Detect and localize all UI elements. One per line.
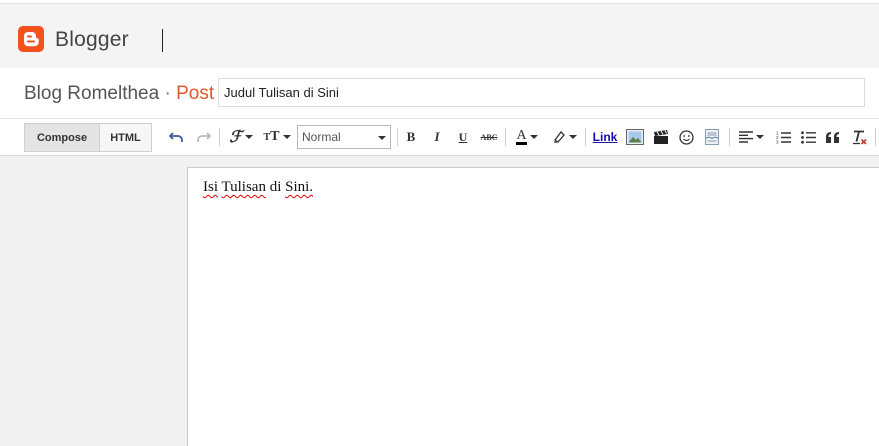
font-family-icon: ℱ [229,129,242,146]
toolbar-separator [875,128,876,146]
toolbar-separator [219,128,220,146]
text-color-icon: A [516,128,527,145]
app-header: Blogger [0,4,879,68]
numbered-list-icon: 123 [776,131,791,145]
insert-emoji-button[interactable] [676,126,696,148]
jump-break-icon [705,129,719,145]
chevron-down-icon [378,136,386,140]
header-divider [162,29,163,52]
emoji-icon [678,129,694,145]
editor-toolbar: Compose HTML ℱ TT Normal B I U ABC A Lin… [0,118,879,156]
highlight-color-button[interactable] [549,126,579,148]
font-size-icon: TT [263,129,280,144]
quote-button[interactable] [823,126,843,148]
insert-jump-break-button[interactable] [702,126,722,148]
bullet-list-icon [800,130,816,144]
insert-image-button[interactable] [624,126,646,148]
font-size-button[interactable]: TT [261,126,293,148]
link-label: Link [592,130,618,144]
body-word: Sini. [285,179,314,195]
post-title-row: Blog Romelthea · Post [0,68,879,118]
toolbar-separator [585,128,586,146]
redo-icon [197,132,211,142]
undo-icon [169,132,183,142]
quote-icon [826,131,839,143]
blogger-logo-icon[interactable] [18,26,44,52]
bullet-list-button[interactable] [798,126,818,148]
redo-button[interactable] [193,126,213,148]
italic-button[interactable]: I [428,126,446,148]
format-value: Normal [302,130,341,144]
strikethrough-button[interactable]: ABC [479,126,499,148]
breadcrumb-separator: · [164,83,171,104]
body-word: Tulisan [221,179,266,195]
compose-mode-button[interactable]: Compose [24,123,100,152]
highlight-icon [553,131,565,143]
text-color-button[interactable]: A [511,126,543,148]
blog-breadcrumb: Blog Romelthea · Post [24,83,214,105]
font-family-button[interactable]: ℱ [225,126,257,148]
clear-formatting-button[interactable] [849,126,869,148]
post-body-editor[interactable]: Isi Tulisan di Sini. [187,167,879,446]
paragraph-format-select[interactable]: Normal [297,125,391,149]
undo-button[interactable] [167,126,187,148]
numbered-list-button[interactable]: 123 [773,126,793,148]
clear-format-icon [852,130,867,145]
insert-video-button[interactable] [650,126,672,148]
post-body-text: Isi Tulisan di Sini. [203,179,313,196]
html-mode-button[interactable]: HTML [99,123,152,152]
bold-button[interactable]: B [402,126,420,148]
underline-button[interactable]: U [454,126,472,148]
video-icon [654,129,668,144]
section-label: Post [176,83,215,104]
blog-name[interactable]: Blog Romelthea [24,83,159,104]
brand-name: Blogger [55,28,129,51]
post-title-input[interactable] [218,78,865,107]
toolbar-separator [729,128,730,146]
link-button[interactable]: Link [591,126,619,148]
svg-text:3: 3 [776,140,779,145]
align-icon [738,131,753,143]
toolbar-separator [505,128,506,146]
body-word: Isi [203,179,218,195]
body-word: di [269,179,282,195]
image-icon [626,129,644,145]
alignment-button[interactable] [735,126,767,148]
toolbar-separator [397,128,398,146]
